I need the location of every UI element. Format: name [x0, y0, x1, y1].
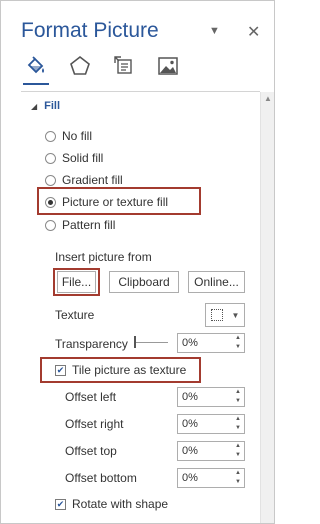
tab-fill-line[interactable]	[23, 53, 49, 79]
radio-label: No fill	[62, 129, 93, 143]
spin-down-icon[interactable]: ▼	[234, 397, 242, 406]
radio-button[interactable]	[45, 219, 56, 231]
radio-no-fill[interactable]: No fill	[45, 129, 92, 143]
offset-left-input[interactable]	[178, 388, 232, 405]
offset-right-input[interactable]	[178, 415, 232, 432]
offset-bottom-input[interactable]	[178, 469, 232, 486]
radio-label: Pattern fill	[62, 218, 116, 232]
scroll-up-icon[interactable]: ▲	[264, 94, 272, 103]
radio-button[interactable]	[45, 152, 56, 164]
rotate-with-shape-row[interactable]: ✔ Rotate with shape	[55, 497, 168, 511]
pentagon-icon	[70, 55, 90, 75]
pane-options-dropdown-icon[interactable]: ▼	[209, 25, 220, 37]
tile-picture-checkbox-row[interactable]: ✔ Tile picture as texture	[55, 363, 186, 377]
spin-up-icon[interactable]: ▲	[234, 469, 242, 478]
radio-gradient-fill[interactable]: Gradient fill	[45, 173, 123, 187]
fill-section-header[interactable]: ◢ Fill	[31, 100, 60, 112]
offset-bottom-label: Offset bottom	[65, 471, 137, 485]
radio-solid-fill[interactable]: Solid fill	[45, 151, 103, 165]
transparency-slider-thumb[interactable]	[134, 336, 136, 348]
pane-header: Format Picture ▼ ✕	[1, 1, 274, 99]
radio-pattern-fill[interactable]: Pattern fill	[45, 218, 115, 232]
offset-bottom-spinner[interactable]: ▲▼	[177, 468, 245, 488]
texture-label: Texture	[55, 308, 95, 322]
offset-left-label: Offset left	[65, 390, 117, 404]
spin-down-icon[interactable]: ▼	[234, 451, 242, 460]
radio-label: Gradient fill	[62, 173, 123, 187]
transparency-spinner[interactable]: ▲▼	[177, 333, 245, 353]
offset-right-label: Offset right	[65, 417, 124, 431]
pane-tabs	[23, 53, 181, 79]
spin-up-icon[interactable]: ▲	[234, 442, 242, 451]
tab-size-properties[interactable]	[111, 53, 137, 79]
file-button[interactable]: File...	[57, 271, 96, 293]
pane-content: ◢ Fill No fill Solid fill Gradient fill P…	[1, 92, 260, 523]
spin-down-icon[interactable]: ▼	[234, 343, 242, 352]
radio-button-selected[interactable]	[45, 196, 56, 208]
tab-picture[interactable]	[155, 53, 181, 79]
transparency-label: Transparency	[55, 337, 128, 351]
size-properties-icon	[114, 56, 132, 74]
radio-label: Solid fill	[62, 151, 104, 165]
rotate-checkbox[interactable]: ✔	[55, 498, 66, 510]
offset-right-spinner[interactable]: ▲▼	[177, 414, 245, 434]
clipboard-button[interactable]: Clipboard	[109, 271, 179, 293]
transparency-slider-track[interactable]	[136, 342, 168, 343]
transparency-input[interactable]	[178, 334, 232, 351]
insert-picture-from-label: Insert picture from	[55, 250, 152, 264]
spin-up-icon[interactable]: ▲	[234, 388, 242, 397]
format-picture-pane: Format Picture ▼ ✕ ◢ Fill No fill Solid …	[0, 0, 275, 524]
fill-section-label: Fill	[44, 100, 61, 112]
texture-picker[interactable]: ▼	[205, 303, 245, 327]
offset-left-spinner[interactable]: ▲▼	[177, 387, 245, 407]
picture-icon	[158, 57, 178, 75]
radio-label: Picture or texture fill	[62, 195, 169, 209]
texture-swatch-icon	[210, 309, 223, 321]
offset-top-label: Offset top	[65, 444, 117, 458]
active-tab-indicator	[23, 83, 49, 85]
radio-button[interactable]	[45, 130, 56, 142]
offset-top-input[interactable]	[178, 442, 232, 459]
close-icon[interactable]: ✕	[247, 22, 260, 42]
vertical-scrollbar[interactable]: ▲	[260, 92, 274, 523]
chevron-down-icon: ▼	[231, 310, 240, 320]
tile-label: Tile picture as texture	[72, 363, 187, 377]
spin-up-icon[interactable]: ▲	[234, 334, 242, 343]
tile-checkbox[interactable]: ✔	[55, 364, 66, 376]
radio-button[interactable]	[45, 174, 56, 186]
tab-effects[interactable]	[67, 53, 93, 79]
pane-title: Format Picture	[21, 19, 159, 42]
paint-bucket-icon	[27, 56, 44, 74]
spin-up-icon[interactable]: ▲	[234, 415, 242, 424]
offset-top-spinner[interactable]: ▲▼	[177, 441, 245, 461]
radio-picture-texture-fill[interactable]: Picture or texture fill	[45, 195, 168, 209]
spin-down-icon[interactable]: ▼	[234, 478, 242, 487]
online-button[interactable]: Online...	[188, 271, 245, 293]
rotate-label: Rotate with shape	[72, 497, 169, 511]
spin-down-icon[interactable]: ▼	[234, 424, 242, 433]
collapse-caret-icon: ◢	[31, 102, 38, 111]
